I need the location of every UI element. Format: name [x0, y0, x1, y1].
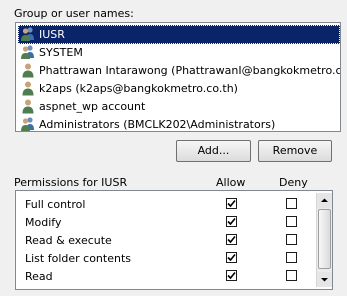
user-name: IUSR: [39, 28, 65, 41]
permission-row-full-control: Full control: [16, 196, 316, 214]
permission-name: Read & execute: [25, 234, 112, 247]
permission-row-read: Read: [16, 268, 316, 286]
user-row-administrators[interactable]: Administrators (BMCLK202\Administrators): [18, 115, 340, 131]
add-button[interactable]: Add...: [176, 140, 251, 162]
user-icon: [20, 80, 36, 96]
deny-checkbox[interactable]: [286, 198, 297, 209]
permission-row-list-folder-contents: List folder contents: [16, 250, 316, 268]
permission-row-read-execute: Read & execute: [16, 232, 316, 250]
permissions-list: Full control Modify Read & execute List …: [15, 190, 333, 290]
allow-checkbox[interactable]: [226, 234, 237, 245]
group-users-icon: [20, 44, 36, 60]
permission-name: List folder contents: [25, 252, 131, 265]
allow-checkbox[interactable]: [226, 198, 237, 209]
user-name: SYSTEM: [39, 46, 83, 59]
user-name: aspnet_wp account: [39, 100, 146, 113]
user-name: k2aps (k2aps@bangkokmetro.co.th): [39, 82, 238, 95]
permissions-title: Permissions for IUSR: [14, 176, 128, 189]
permissions-scrollbar[interactable]: [316, 193, 332, 287]
deny-checkbox[interactable]: [286, 234, 297, 245]
allow-checkbox[interactable]: [226, 216, 237, 227]
group-users-icon: [20, 116, 36, 131]
user-row-k2aps[interactable]: k2aps (k2aps@bangkokmetro.co.th): [18, 79, 340, 98]
user-row-aspnet-wp[interactable]: aspnet_wp account: [18, 97, 340, 116]
chevron-up-icon: [321, 198, 328, 202]
permission-row-modify: Modify: [16, 214, 316, 232]
chevron-down-icon: [321, 278, 328, 282]
remove-button[interactable]: Remove: [258, 140, 332, 162]
scroll-up-button[interactable]: [317, 193, 332, 208]
user-name: Administrators (BMCLK202\Administrators): [39, 118, 276, 131]
user-name: Phattrawan Intarawong (PhattrawanI@bangk…: [39, 64, 341, 77]
deny-checkbox[interactable]: [286, 252, 297, 263]
allow-checkbox[interactable]: [226, 270, 237, 281]
user-icon: [20, 98, 36, 114]
permission-name: Read: [25, 270, 53, 283]
user-list[interactable]: IUSR SYSTEM Phattrawan Intarawong (Phatt…: [15, 22, 341, 132]
permission-name: Modify: [25, 216, 62, 229]
deny-checkbox[interactable]: [286, 216, 297, 227]
user-icon: [20, 62, 36, 78]
user-row-phattrawan[interactable]: Phattrawan Intarawong (PhattrawanI@bangk…: [18, 61, 340, 80]
deny-checkbox[interactable]: [286, 270, 297, 281]
scroll-down-button[interactable]: [317, 272, 332, 287]
allow-column-header: Allow: [216, 176, 246, 189]
deny-column-header: Deny: [279, 176, 308, 189]
scroll-thumb[interactable]: [318, 209, 331, 269]
group-users-icon: [20, 26, 36, 42]
user-row-iusr[interactable]: IUSR: [18, 25, 340, 44]
permission-name: Full control: [25, 198, 86, 211]
allow-checkbox[interactable]: [226, 252, 237, 263]
user-row-system[interactable]: SYSTEM: [18, 43, 340, 62]
group-user-names-label: Group or user names:: [14, 7, 134, 20]
